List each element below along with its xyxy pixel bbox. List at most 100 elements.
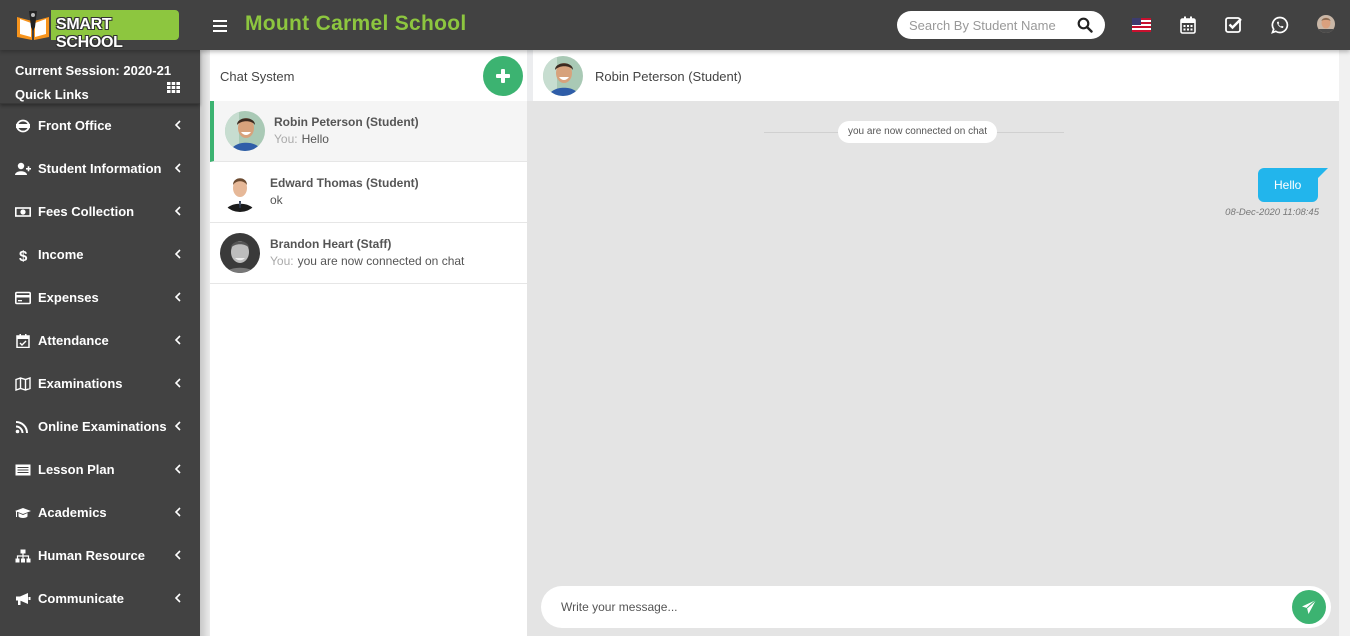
content-shadow xyxy=(200,50,210,636)
send-button[interactable] xyxy=(1292,590,1326,624)
sidebar-item-front-office[interactable]: Front Office xyxy=(0,104,200,147)
sidebar-item-label: Expenses xyxy=(38,290,99,305)
sidebar-item-examinations[interactable]: Examinations xyxy=(0,362,200,405)
conversation-item[interactable]: Edward Thomas (Student) ok xyxy=(210,162,527,223)
conversation-last-message: ok xyxy=(270,193,283,207)
search-icon[interactable] xyxy=(1077,17,1093,33)
last-message-text: Hello xyxy=(301,132,329,146)
conversation-last-message: You: you are now connected on chat xyxy=(270,254,464,268)
conversation-name: Edward Thomas (Student) xyxy=(270,176,419,190)
sitemap-icon xyxy=(15,549,31,562)
sidebar-item-label: Examinations xyxy=(38,376,123,391)
sidebar-item-label: Academics xyxy=(38,505,107,520)
chat-list-title: Chat System xyxy=(220,69,295,84)
student-search xyxy=(897,11,1105,39)
map-icon xyxy=(15,376,31,391)
sidebar-item-label: Communicate xyxy=(38,591,124,606)
menu-icon-bar xyxy=(213,25,227,27)
last-message-text: you are now connected on chat xyxy=(297,254,465,268)
chat-window: Robin Peterson (Student) you are now con… xyxy=(533,50,1339,636)
app-logo[interactable]: SMART SCHOOL xyxy=(15,9,179,51)
book-logo-icon xyxy=(15,9,51,41)
calendar-icon[interactable] xyxy=(1180,16,1196,34)
menu-icon-bar xyxy=(213,20,227,22)
you-prefix: You: xyxy=(274,132,298,146)
outgoing-message: Hello xyxy=(1258,168,1328,202)
calendar-check-icon xyxy=(16,333,30,348)
graduation-cap-icon xyxy=(15,507,31,518)
money-icon xyxy=(15,206,31,217)
sidebar-item-label: Student Information xyxy=(38,161,162,176)
user-plus-icon xyxy=(15,162,31,175)
sidebar: Current Session: 2020-21 Quick Links Fro… xyxy=(0,50,200,636)
menu-icon-bar xyxy=(213,30,227,32)
last-message-text: ok xyxy=(270,193,283,207)
you-prefix: You: xyxy=(270,254,294,268)
school-name: Mount Carmel School xyxy=(245,12,467,35)
us-flag-icon[interactable] xyxy=(1132,18,1151,32)
rss-icon xyxy=(15,420,28,433)
credit-card-icon xyxy=(15,291,31,304)
student-search-input[interactable] xyxy=(909,16,1059,34)
sidebar-item-human-resource[interactable]: Human Resource xyxy=(0,534,200,577)
new-chat-button[interactable] xyxy=(483,56,523,96)
sidebar-item-label: Human Resource xyxy=(38,548,145,563)
session-panel: Current Session: 2020-21 Quick Links xyxy=(0,50,200,104)
chat-list-panel: Chat System Robin Peterson (Student) You… xyxy=(210,50,527,636)
user-avatar[interactable] xyxy=(1317,15,1335,33)
whatsapp-icon[interactable] xyxy=(1271,16,1289,34)
sidebar-item-label: Front Office xyxy=(38,118,112,133)
message-input[interactable] xyxy=(561,597,1261,617)
sidebar-item-online-examinations[interactable]: Online Examinations xyxy=(0,405,200,448)
avatar xyxy=(220,233,260,273)
avatar xyxy=(220,172,260,212)
scrollbar-track[interactable] xyxy=(1339,50,1350,636)
chevron-left-icon xyxy=(175,378,181,388)
dollar-icon: $ xyxy=(19,248,28,262)
chevron-left-icon xyxy=(175,550,181,560)
sidebar-item-expenses[interactable]: Expenses xyxy=(0,276,200,319)
chevron-left-icon xyxy=(175,421,181,431)
chevron-left-icon xyxy=(175,206,181,216)
conversation-name: Brandon Heart (Staff) xyxy=(270,237,392,251)
contact-name: Robin Peterson (Student) xyxy=(595,69,742,84)
sidebar-item-attendance[interactable]: Attendance xyxy=(0,319,200,362)
sidebar-item-lesson-plan[interactable]: Lesson Plan xyxy=(0,448,200,491)
chat-header: Robin Peterson (Student) xyxy=(533,50,1339,101)
sidebar-item-label: Online Examinations xyxy=(38,419,167,434)
svg-text:$: $ xyxy=(19,248,28,262)
conversation-item[interactable]: Brandon Heart (Staff) You: you are now co… xyxy=(210,223,527,284)
conversation-last-message: You: Hello xyxy=(274,132,329,146)
bullhorn-icon xyxy=(16,592,31,605)
front-office-icon xyxy=(16,119,30,132)
chevron-left-icon xyxy=(175,120,181,130)
sidebar-item-fees-collection[interactable]: Fees Collection xyxy=(0,190,200,233)
chevron-left-icon xyxy=(175,335,181,345)
logo-text: SMART SCHOOL xyxy=(56,16,123,51)
sidebar-item-label: Lesson Plan xyxy=(38,462,115,477)
menu-toggle-button[interactable] xyxy=(213,17,227,33)
chevron-left-icon xyxy=(175,249,181,259)
contact-avatar xyxy=(543,56,583,96)
paper-plane-icon xyxy=(1302,599,1317,614)
sidebar-item-income[interactable]: $ Income xyxy=(0,233,200,276)
list-alt-icon xyxy=(15,464,31,475)
sidebar-item-label: Fees Collection xyxy=(38,204,135,219)
sidebar-item-student-information[interactable]: Student Information xyxy=(0,147,200,190)
top-header: SMART SCHOOL Mount Carmel School xyxy=(0,0,1350,51)
chevron-left-icon xyxy=(175,593,181,603)
sidebar-item-communicate[interactable]: Communicate xyxy=(0,577,200,620)
chevron-left-icon xyxy=(175,464,181,474)
chevron-left-icon xyxy=(175,163,181,173)
checkbox-icon[interactable] xyxy=(1225,16,1243,33)
chevron-left-icon xyxy=(175,507,181,517)
grid-icon[interactable] xyxy=(167,82,180,93)
conversation-item[interactable]: Robin Peterson (Student) You: Hello xyxy=(210,101,527,162)
message-timestamp: 08-Dec-2020 11:08:45 xyxy=(1225,207,1319,218)
conversation-name: Robin Peterson (Student) xyxy=(274,115,419,129)
sidebar-item-academics[interactable]: Academics xyxy=(0,491,200,534)
message-composer xyxy=(541,586,1331,628)
chat-list-header: Chat System xyxy=(210,50,527,101)
sidebar-item-label: Income xyxy=(38,247,84,262)
chevron-left-icon xyxy=(175,292,181,302)
